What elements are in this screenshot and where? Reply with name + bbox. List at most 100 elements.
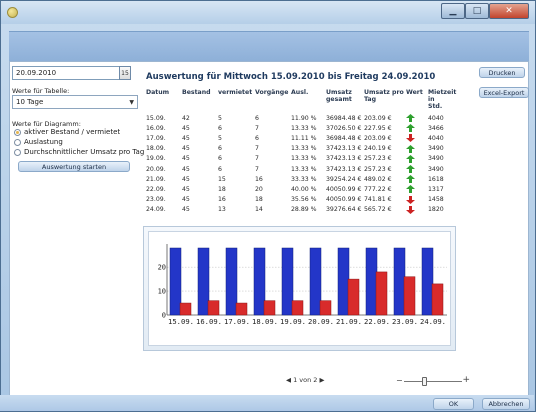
prev-page-icon[interactable]: ◀ bbox=[286, 376, 291, 384]
table-cell-vorgaenge: 14 bbox=[255, 206, 263, 214]
table-cell-datum: 20.09. bbox=[146, 165, 166, 173]
column-header: Bestand bbox=[182, 89, 211, 96]
x-tick-label: 18.09. bbox=[252, 317, 278, 326]
table-cell-datum: 21.09. bbox=[146, 175, 166, 183]
chart-area: 0 10 20 15.09. 16.09. 17.09. 18.09. 19.09. 20.09… bbox=[148, 231, 451, 346]
app-icon bbox=[7, 7, 18, 18]
bar-bestand bbox=[365, 247, 378, 316]
table-cell-vorgaenge: 6 bbox=[255, 134, 259, 142]
table-cell-bestand: 45 bbox=[182, 145, 190, 153]
table-cell-datum: 19.09. bbox=[146, 155, 166, 163]
ok-button[interactable]: OK bbox=[433, 398, 474, 410]
table-cell-vorgaenge: 20 bbox=[255, 185, 263, 193]
table-cell-vorgaenge: 7 bbox=[255, 145, 259, 153]
bar-vermietet bbox=[403, 276, 416, 316]
minimize-button[interactable]: ▁ bbox=[441, 3, 465, 19]
maximize-button[interactable]: □ bbox=[465, 3, 489, 19]
table-cell-bestand: 45 bbox=[182, 206, 190, 214]
table-cell-umsatz_tag: 565.72 € bbox=[364, 206, 392, 214]
table-row: 23.09. 45 16 18 35.56 % 40050.99 €741.81 € 145… bbox=[146, 195, 458, 205]
table-cell-mietzeit: 3466 bbox=[428, 124, 444, 132]
x-tick-label: 23.09. bbox=[392, 317, 418, 326]
x-tick-label: 17.09. bbox=[224, 317, 250, 326]
table-cell-mietzeit: 3490 bbox=[428, 155, 444, 163]
trend-up-icon bbox=[406, 144, 428, 154]
table-row: 18.09. 45 6 7 13.33 % 37423.13 €240.19 € 3490 bbox=[146, 144, 458, 154]
table-cell-vermietet: 6 bbox=[218, 165, 222, 173]
table-cell-ausl: 13.33 % bbox=[291, 124, 317, 132]
bar-bestand bbox=[393, 247, 406, 316]
table-cell-ausl: 35.56 % bbox=[291, 196, 317, 204]
bar-bestand bbox=[225, 247, 238, 316]
radio-bestand-label: aktiver Bestand / vermietet bbox=[24, 128, 121, 136]
table-cell-mietzeit: 4040 bbox=[428, 114, 444, 122]
date-input[interactable]: 20.09.2010 bbox=[12, 66, 130, 80]
zoom-thumb[interactable] bbox=[422, 377, 427, 386]
zoom-out-icon[interactable]: − bbox=[396, 376, 403, 385]
table-cell-vorgaenge: 18 bbox=[255, 196, 263, 204]
page-title: Auswertung für Mittwoch 15.09.2010 bis F… bbox=[146, 72, 436, 82]
table-row: 16.09. 45 6 7 13.33 % 37026.50 €227.95 € 3466 bbox=[146, 123, 458, 133]
table-cell-ausl: 13.33 % bbox=[291, 155, 317, 163]
table-cell-umsatz: 39276.64 € bbox=[326, 206, 362, 214]
table-cell-bestand: 45 bbox=[182, 185, 190, 193]
table-cell-umsatz: 40050.99 € bbox=[326, 196, 362, 204]
table-cell-vermietet: 6 bbox=[218, 155, 222, 163]
table-cell-umsatz: 36984.48 € bbox=[326, 114, 362, 122]
table-cell-umsatz_tag: 741.81 € bbox=[364, 196, 392, 204]
table-cell-ausl: 11.90 % bbox=[291, 114, 317, 122]
table-cell-umsatz: 40050.99 € bbox=[326, 185, 362, 193]
chart-values-label: Werte für Diagramm: bbox=[12, 120, 81, 128]
start-evaluation-button[interactable]: Auswertung starten bbox=[18, 161, 130, 172]
table-cell-vermietet: 18 bbox=[218, 185, 226, 193]
table-cell-umsatz_tag: 203.09 € bbox=[364, 134, 392, 142]
table-cell-mietzeit: 1820 bbox=[428, 206, 444, 214]
table-cell-bestand: 45 bbox=[182, 134, 190, 142]
table-cell-vorgaenge: 6 bbox=[255, 114, 259, 122]
table-cell-bestand: 45 bbox=[182, 175, 190, 183]
table-cell-bestand: 45 bbox=[182, 165, 190, 173]
trend-down-icon bbox=[406, 133, 428, 143]
close-button[interactable]: ✕ bbox=[489, 3, 529, 19]
bar-vermietet bbox=[375, 271, 388, 316]
bar-vermietet bbox=[263, 300, 276, 316]
trend-up-icon bbox=[406, 113, 428, 123]
table-row: 21.09. 45 15 16 33.33 % 39254.24 €489.02 € 161… bbox=[146, 174, 458, 184]
bar-bestand bbox=[337, 247, 350, 316]
excel-export-button[interactable]: Excel-Export bbox=[479, 87, 529, 98]
x-tick-label: 19.09. bbox=[280, 317, 306, 326]
title-bar: ▁ □ ✕ bbox=[1, 1, 535, 24]
table-values-select[interactable]: 10 Tage ▼ bbox=[12, 95, 138, 109]
bar-vermietet bbox=[291, 300, 304, 316]
chevron-down-icon: ▼ bbox=[129, 99, 134, 106]
table-cell-mietzeit: 1618 bbox=[428, 175, 444, 183]
radio-selected-icon bbox=[14, 128, 21, 136]
radio-umsatz[interactable]: Durchschnittlicher Umsatz pro Tag bbox=[14, 148, 144, 156]
table-cell-vorgaenge: 16 bbox=[255, 175, 263, 183]
bar-vermietet bbox=[179, 302, 192, 316]
table-cell-datum: 22.09. bbox=[146, 185, 166, 193]
print-button[interactable]: Drucken bbox=[479, 67, 525, 78]
table-row: 15.09. 42 5 6 11.90 % 36984.48 €203.09 € 4040 bbox=[146, 113, 458, 123]
table-cell-umsatz: 37423.13 € bbox=[326, 155, 362, 163]
column-header: Datum bbox=[146, 89, 170, 96]
radio-auslastung[interactable]: Auslastung bbox=[14, 138, 63, 146]
zoom-in-icon[interactable]: + bbox=[462, 375, 470, 385]
next-page-icon[interactable]: ▶ bbox=[320, 376, 325, 384]
zoom-slider[interactable]: − + bbox=[396, 375, 470, 386]
table-row: 24.09. 45 13 14 28.89 % 39276.64 €565.72 € 182… bbox=[146, 205, 458, 215]
table-cell-umsatz_tag: 489.02 € bbox=[364, 175, 392, 183]
table-row: 20.09. 45 6 7 13.33 % 37423.13 €257.23 € 3490 bbox=[146, 164, 458, 174]
radio-icon bbox=[14, 148, 21, 156]
table-cell-vermietet: 15 bbox=[218, 175, 226, 183]
calendar-icon[interactable]: 15 bbox=[119, 66, 131, 80]
table-cell-bestand: 45 bbox=[182, 196, 190, 204]
x-tick-label: 15.09. bbox=[168, 317, 194, 326]
table-cell-datum: 18.09. bbox=[146, 145, 166, 153]
table-cell-ausl: 11.11 % bbox=[291, 134, 317, 142]
radio-bestand[interactable]: aktiver Bestand / vermietet bbox=[14, 128, 120, 136]
table-cell-datum: 17.09. bbox=[146, 134, 166, 142]
table-row: 17.09. 45 5 6 11.11 % 36984.48 €203.09 € 4040 bbox=[146, 133, 458, 143]
cancel-button[interactable]: Abbrechen bbox=[482, 398, 530, 410]
table-cell-datum: 23.09. bbox=[146, 196, 166, 204]
